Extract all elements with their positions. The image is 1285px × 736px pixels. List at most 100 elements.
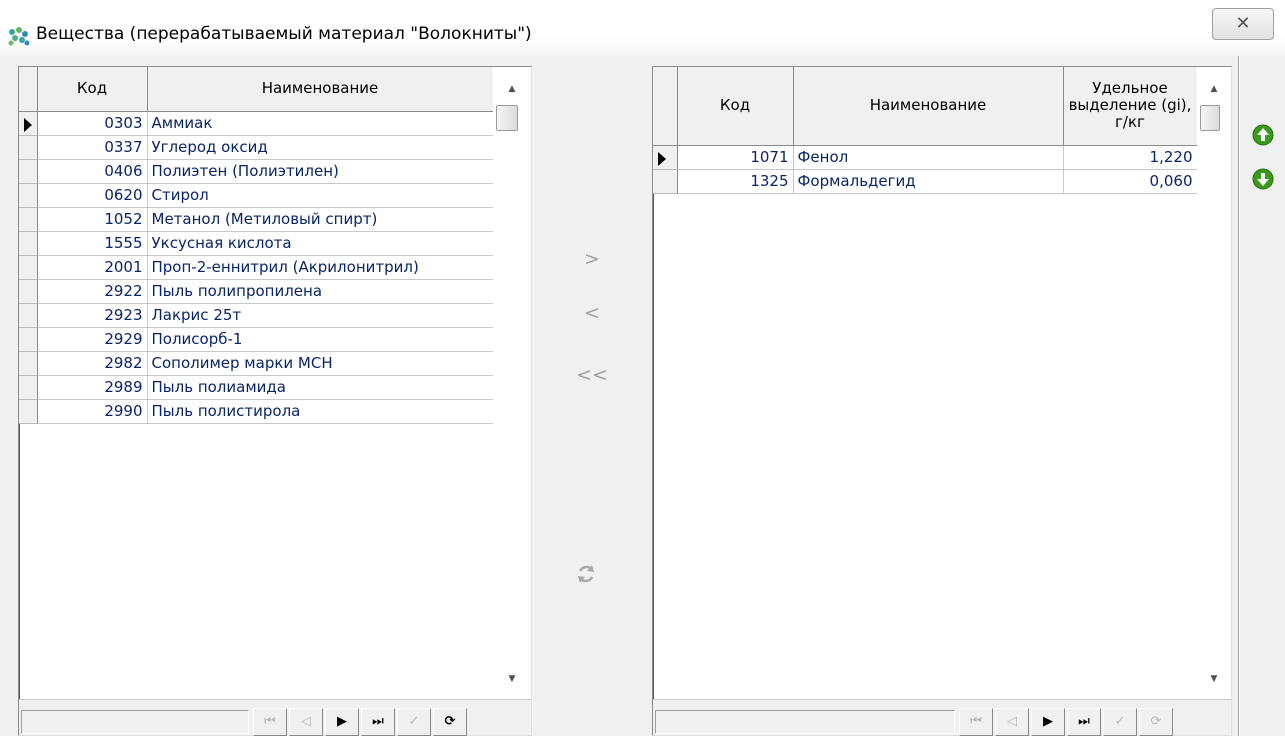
table-row[interactable]: 2923 Лакрис 25т — [19, 303, 494, 328]
table-row[interactable]: 1052 Метанол (Метиловый спирт) — [19, 207, 494, 232]
cell-specific-emission[interactable]: 0,060 — [1063, 169, 1198, 194]
scroll-thumb[interactable] — [496, 105, 518, 131]
table-row[interactable]: 2990 Пыль полистирола — [19, 399, 494, 424]
table-row[interactable]: 1325 Формальдегид 0,060 — [653, 169, 1198, 194]
close-button[interactable]: ✕ — [1212, 8, 1274, 40]
scroll-up-arrow[interactable]: ▲ — [493, 81, 531, 97]
right-vertical-scrollbar[interactable]: ▲ ▼ — [1197, 67, 1231, 697]
cell-name[interactable]: Метанол (Метиловый спирт) — [147, 207, 494, 232]
nav-refresh-button[interactable]: ⟳ — [433, 708, 467, 736]
table-row[interactable]: 2001 Проп-2-еннитрил (Акрилонитрил) — [19, 255, 494, 280]
nav-next-button[interactable]: ▶ — [1031, 708, 1065, 736]
cell-code[interactable]: 1325 — [677, 169, 794, 194]
scroll-down-arrow[interactable]: ▼ — [493, 671, 531, 687]
column-header-code[interactable]: Код — [677, 67, 794, 146]
nav-last-button[interactable]: ⏭ — [1067, 708, 1101, 736]
cell-name[interactable]: Стирол — [147, 183, 494, 208]
table-row[interactable]: 1071 Фенол 1,220 — [653, 145, 1198, 170]
left-navigator: ⏮ ◁ ▶ ⏭ ✓ ⟳ — [19, 699, 531, 736]
nav-first-button[interactable]: ⏮ — [253, 708, 287, 736]
column-header-name[interactable]: Наименование — [793, 67, 1064, 146]
arrow-up-circle-icon[interactable] — [1252, 124, 1274, 146]
column-header-name[interactable]: Наименование — [147, 67, 494, 112]
column-header-code[interactable]: Код — [37, 67, 148, 112]
cell-code[interactable]: 2923 — [37, 303, 148, 328]
scroll-down-arrow[interactable]: ▼ — [1197, 671, 1231, 687]
selected-substances-table: Код Наименование Удельное выделение (gi)… — [653, 67, 1198, 194]
add-substance-button[interactable]: > — [572, 244, 612, 274]
cell-code[interactable]: 2989 — [37, 375, 148, 400]
cell-name[interactable]: Углерод оксид — [147, 135, 494, 160]
cell-code[interactable]: 2990 — [37, 399, 148, 424]
cell-code[interactable]: 2982 — [37, 351, 148, 376]
table-row[interactable]: 1555 Уксусная кислота — [19, 231, 494, 256]
cell-code[interactable]: 0337 — [37, 135, 148, 160]
table-row[interactable]: 0303 Аммиак — [19, 111, 494, 136]
cell-code[interactable]: 2929 — [37, 327, 148, 352]
cell-code[interactable]: 2922 — [37, 279, 148, 304]
cell-code[interactable]: 1052 — [37, 207, 148, 232]
cell-name[interactable]: Сополимер марки МСН — [147, 351, 494, 376]
cell-code[interactable]: 1555 — [37, 231, 148, 256]
refresh-icon[interactable] — [574, 562, 598, 586]
table-row[interactable]: 2982 Сополимер марки МСН — [19, 351, 494, 376]
row-indicator[interactable] — [19, 159, 38, 184]
cell-name[interactable]: Проп-2-еннитрил (Акрилонитрил) — [147, 255, 494, 280]
row-indicator[interactable] — [19, 183, 38, 208]
row-indicator[interactable] — [19, 231, 38, 256]
cell-name[interactable]: Пыль полиамида — [147, 375, 494, 400]
cell-name[interactable]: Лакрис 25т — [147, 303, 494, 328]
selected-substances-grid[interactable]: Код Наименование Удельное выделение (gi)… — [652, 66, 1232, 736]
cell-name[interactable]: Полиэтен (Полиэтилен) — [147, 159, 494, 184]
remove-all-substances-button[interactable]: << — [572, 360, 612, 390]
cell-name[interactable]: Фенол — [793, 145, 1064, 170]
nav-refresh-button[interactable]: ⟳ — [1139, 708, 1173, 736]
column-header-specific-emission[interactable]: Удельное выделение (gi), г/кг — [1063, 67, 1198, 146]
row-indicator[interactable] — [19, 135, 38, 160]
row-indicator[interactable] — [19, 327, 38, 352]
cell-code[interactable]: 0620 — [37, 183, 148, 208]
row-indicator[interactable] — [19, 399, 38, 424]
cell-name[interactable]: Пыль полипропилена — [147, 279, 494, 304]
table-row[interactable]: 0337 Углерод оксид — [19, 135, 494, 160]
table-row[interactable]: 2929 Полисорб-1 — [19, 327, 494, 352]
cell-name[interactable]: Аммиак — [147, 111, 494, 136]
nav-first-button[interactable]: ⏮ — [959, 708, 993, 736]
cell-name[interactable]: Формальдегид — [793, 169, 1064, 194]
left-navigator-status — [21, 710, 249, 734]
row-indicator[interactable] — [19, 279, 38, 304]
cell-name[interactable]: Уксусная кислота — [147, 231, 494, 256]
table-row[interactable]: 2922 Пыль полипропилена — [19, 279, 494, 304]
nav-post-button[interactable]: ✓ — [397, 708, 431, 736]
remove-substance-button[interactable]: < — [572, 298, 612, 328]
row-indicator[interactable] — [19, 303, 38, 328]
cell-specific-emission[interactable]: 1,220 — [1063, 145, 1198, 170]
table-row[interactable]: 2989 Пыль полиамида — [19, 375, 494, 400]
nav-prior-button[interactable]: ◁ — [995, 708, 1029, 736]
cell-code[interactable]: 0303 — [37, 111, 148, 136]
row-indicator[interactable] — [19, 375, 38, 400]
row-indicator[interactable] — [19, 351, 38, 376]
row-indicator[interactable] — [653, 145, 678, 170]
table-row[interactable]: 0406 Полиэтен (Полиэтилен) — [19, 159, 494, 184]
table-row[interactable]: 0620 Стирол — [19, 183, 494, 208]
arrow-down-circle-icon[interactable] — [1252, 168, 1274, 190]
row-indicator[interactable] — [19, 111, 38, 136]
left-vertical-scrollbar[interactable]: ▲ ▼ — [493, 67, 531, 697]
nav-last-button[interactable]: ⏭ — [361, 708, 395, 736]
nav-next-button[interactable]: ▶ — [325, 708, 359, 736]
nav-post-button[interactable]: ✓ — [1103, 708, 1137, 736]
scroll-up-arrow[interactable]: ▲ — [1197, 81, 1231, 97]
cell-code[interactable]: 0406 — [37, 159, 148, 184]
cell-name[interactable]: Полисорб-1 — [147, 327, 494, 352]
right-navigator-status — [655, 710, 955, 734]
row-indicator[interactable] — [19, 207, 38, 232]
row-indicator[interactable] — [19, 255, 38, 280]
nav-prior-button[interactable]: ◁ — [289, 708, 323, 736]
row-indicator[interactable] — [653, 169, 678, 194]
cell-code[interactable]: 2001 — [37, 255, 148, 280]
available-substances-grid[interactable]: Код Наименование 0303 Аммиак 0337 Углерод о… — [18, 66, 532, 736]
cell-code[interactable]: 1071 — [677, 145, 794, 170]
scroll-thumb[interactable] — [1200, 105, 1220, 131]
cell-name[interactable]: Пыль полистирола — [147, 399, 494, 424]
